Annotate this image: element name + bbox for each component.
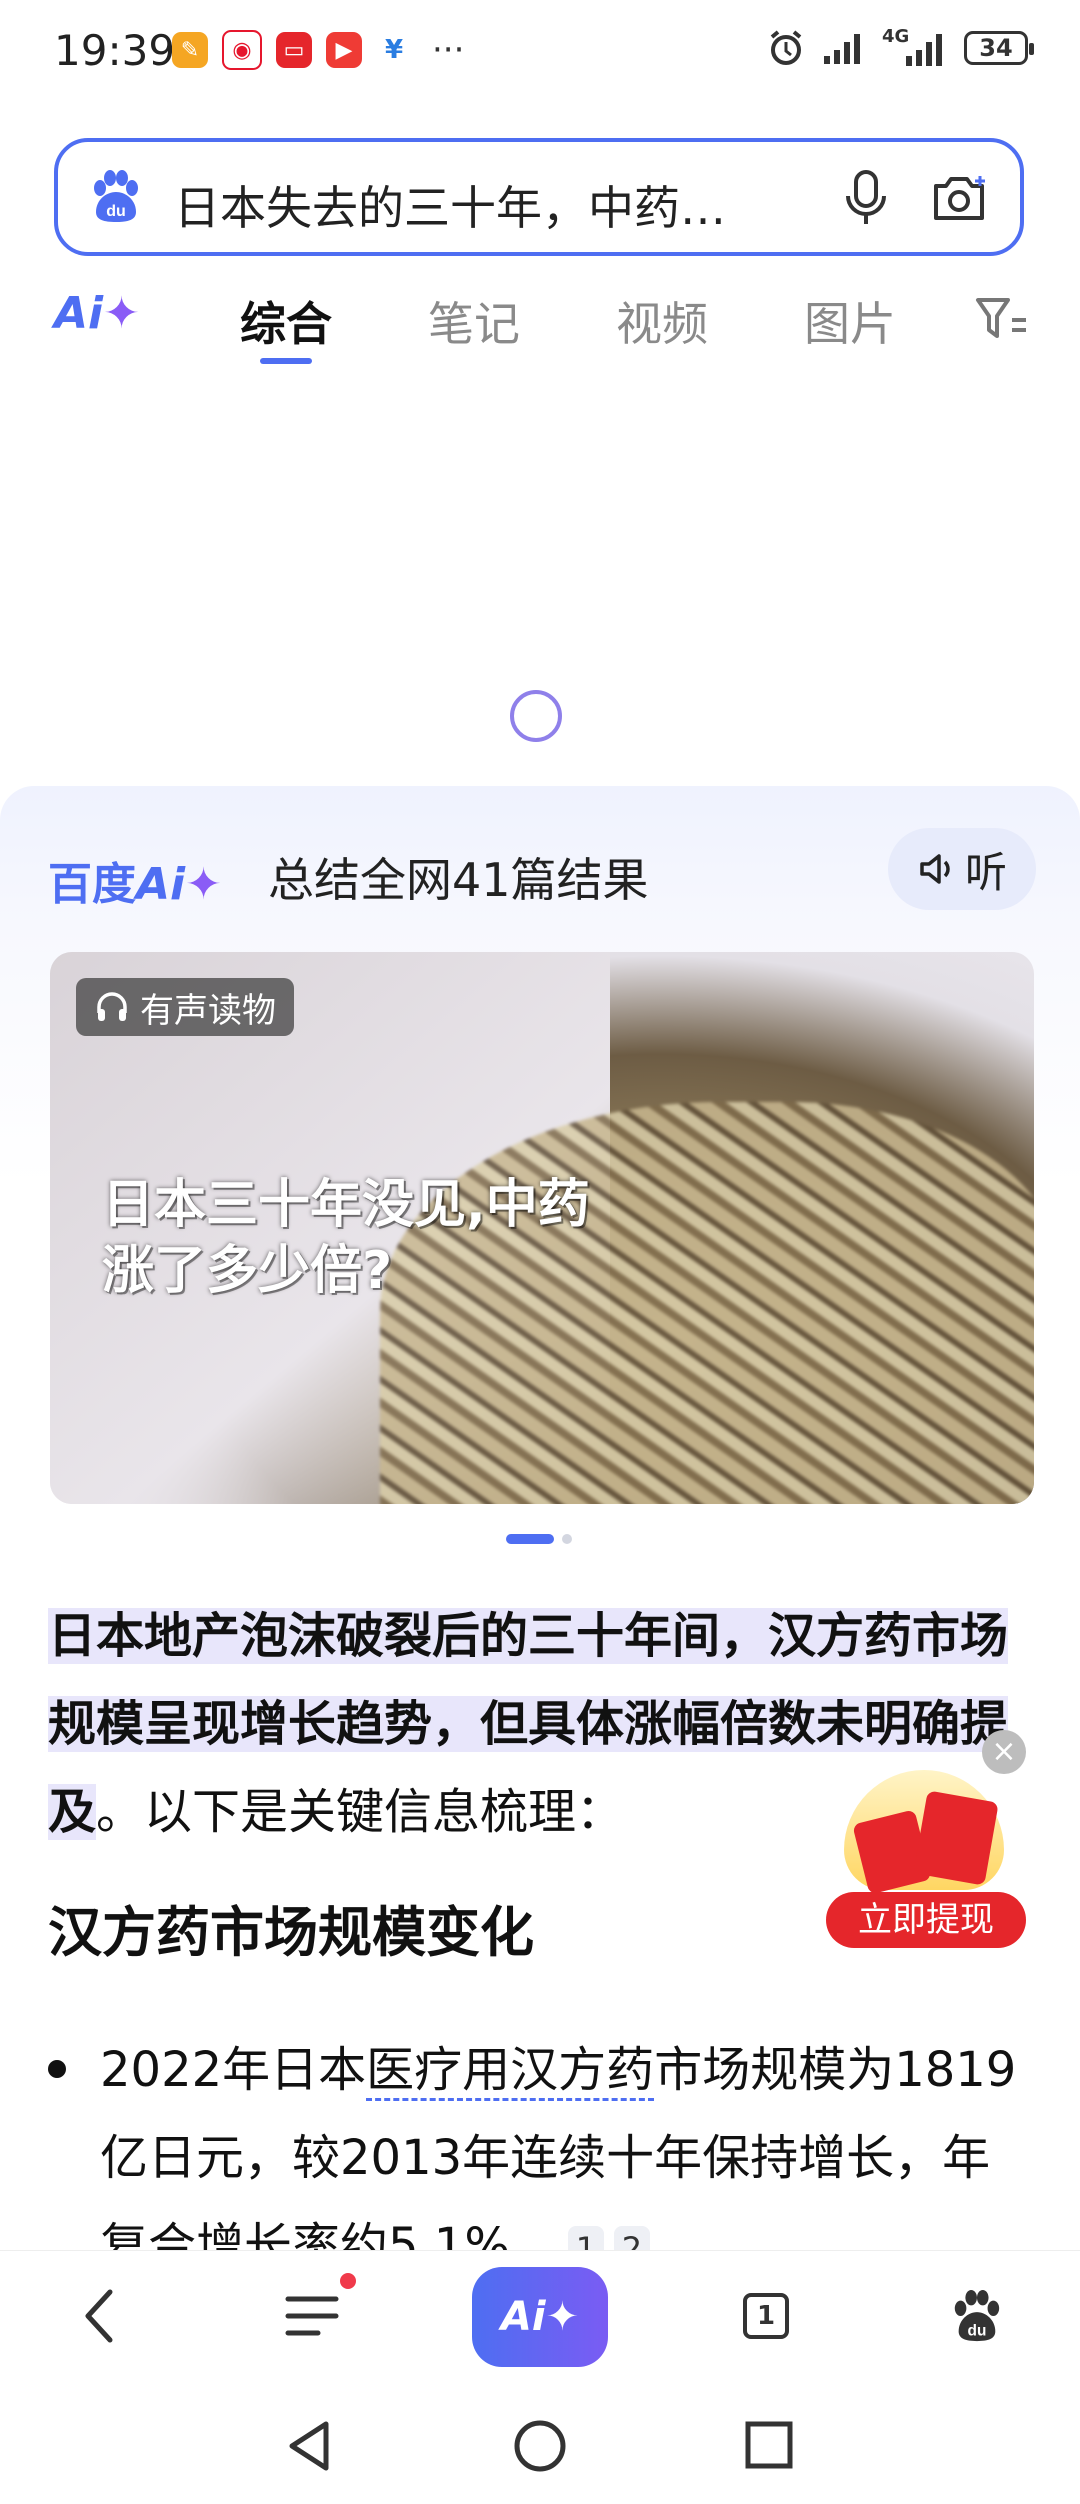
pager-dot-active — [506, 1534, 554, 1544]
status-app-icons: ✎ ◉ ▭ ▶ ¥ ··· — [172, 30, 464, 70]
video-caption-line2: 涨了多少倍? — [102, 1241, 393, 1301]
ai-assistant-button[interactable]: Ai ✦ — [472, 2267, 608, 2367]
tabs-button[interactable]: 1 — [736, 2271, 796, 2361]
microphone-icon[interactable] — [838, 168, 894, 228]
tab-all[interactable]: 综合 — [240, 288, 332, 354]
tab-notes[interactable]: 笔记 — [428, 288, 520, 354]
audio-book-label: 有声读物 — [140, 990, 276, 1031]
headphones-icon — [97, 992, 127, 1021]
svg-text:du: du — [968, 2322, 987, 2339]
ai-summary-panel: 百度Ai✦ 总结全网41篇结果 听 有声读物 日本三十年没见,中药 涨了多少倍? — [0, 786, 1080, 2274]
more-notifications-icon: ··· — [432, 30, 465, 70]
app-notification-icon: ✎ — [172, 32, 208, 68]
menu-icon — [285, 2296, 339, 2336]
search-bar[interactable]: du 日本失去的三十年，中药… — [54, 138, 1024, 256]
listen-button[interactable]: 听 — [888, 828, 1036, 910]
withdraw-button[interactable]: 立即提现 — [826, 1892, 1026, 1948]
close-icon[interactable]: × — [982, 1730, 1026, 1774]
ai-summary-heading: 总结全网41篇结果 — [268, 853, 649, 907]
search-tabs: Ai✦ 综合 笔记 视频 图片 — [54, 280, 1034, 370]
baidu-paw-icon: du — [94, 170, 138, 222]
status-bar: 19:39 ✎ ◉ ▭ ▶ ¥ ··· 4G 34 — [0, 0, 1080, 100]
brand-ai: Ai — [136, 859, 186, 910]
video-app-icon: ▶ — [326, 32, 362, 68]
tab-ai[interactable]: Ai✦ — [54, 288, 140, 339]
back-button[interactable] — [70, 2271, 130, 2361]
video-caption: 日本三十年没见,中药 涨了多少倍? — [102, 1172, 590, 1304]
weibo-icon: ◉ — [222, 30, 262, 70]
tab-videos[interactable]: 视频 — [616, 288, 708, 354]
speaker-icon — [920, 854, 950, 884]
red-envelope-icon — [913, 1790, 999, 1886]
section-title: 汉方药市场规模变化 — [48, 1901, 534, 1964]
baidu-home-button[interactable]: du — [946, 2271, 1006, 2361]
bullet-prefix: 2022年日本 — [100, 2042, 367, 2098]
tab-count: 1 — [756, 2301, 776, 2331]
system-recents-icon[interactable] — [744, 2420, 794, 2470]
system-back-icon[interactable] — [284, 2418, 334, 2474]
bottom-nav: Ai ✦ 1 du — [0, 2250, 1080, 2381]
red-envelope-promo[interactable]: × 立即提现 — [826, 1730, 1026, 1960]
bullet-dot — [48, 2060, 66, 2078]
sparkle-icon: ✦ — [103, 288, 141, 339]
audio-book-badge: 有声读物 — [76, 978, 294, 1036]
chevron-left-icon — [85, 2289, 113, 2343]
menu-button[interactable] — [282, 2271, 342, 2361]
status-indicators: 4G 34 — [766, 26, 1034, 68]
signal-4g-icon: 4G — [882, 26, 948, 68]
filter-icon[interactable] — [974, 294, 1030, 344]
system-home-icon[interactable] — [512, 2418, 568, 2474]
tab-count-icon: 1 — [743, 2293, 789, 2339]
app-red-icon: ▭ — [276, 32, 312, 68]
status-time: 19:39 — [54, 26, 176, 75]
bullet-term-link[interactable]: 医疗用汉方药 — [366, 2042, 655, 2101]
sparkle-icon: ✦ — [545, 2294, 580, 2340]
carousel-pager — [506, 1534, 572, 1544]
active-tab-indicator — [260, 358, 312, 364]
signal-icon — [824, 34, 860, 64]
loading-spinner — [510, 690, 562, 742]
pager-dot — [562, 1534, 572, 1544]
baidu-paw-icon: du — [954, 2289, 1000, 2342]
system-navigation-bar — [0, 2380, 1080, 2504]
answer-continuation: 。以下是关键信息梳理： — [96, 1784, 625, 1840]
brand-text: 百度 — [48, 859, 136, 910]
brand-sparkle-icon: ✦ — [185, 859, 223, 910]
search-input[interactable]: 日本失去的三十年，中药… — [174, 172, 824, 238]
video-caption-line1: 日本三十年没见,中药 — [102, 1175, 590, 1235]
alarm-icon — [770, 30, 802, 65]
camera-search-icon[interactable] — [928, 168, 990, 228]
tab-images[interactable]: 图片 — [804, 288, 896, 354]
ai-button-label: Ai — [500, 2294, 546, 2340]
yuan-icon: ¥ — [376, 32, 412, 68]
notification-dot — [340, 2273, 356, 2289]
baidu-ai-logo: 百度Ai✦ — [48, 848, 222, 912]
tab-ai-label: Ai — [54, 288, 104, 339]
svg-text:du: du — [106, 203, 126, 220]
battery-level: 34 — [979, 34, 1013, 62]
video-card[interactable]: 有声读物 日本三十年没见,中药 涨了多少倍? — [50, 952, 1034, 1504]
listen-label: 听 — [964, 847, 1007, 897]
battery-icon: 34 — [964, 31, 1034, 65]
